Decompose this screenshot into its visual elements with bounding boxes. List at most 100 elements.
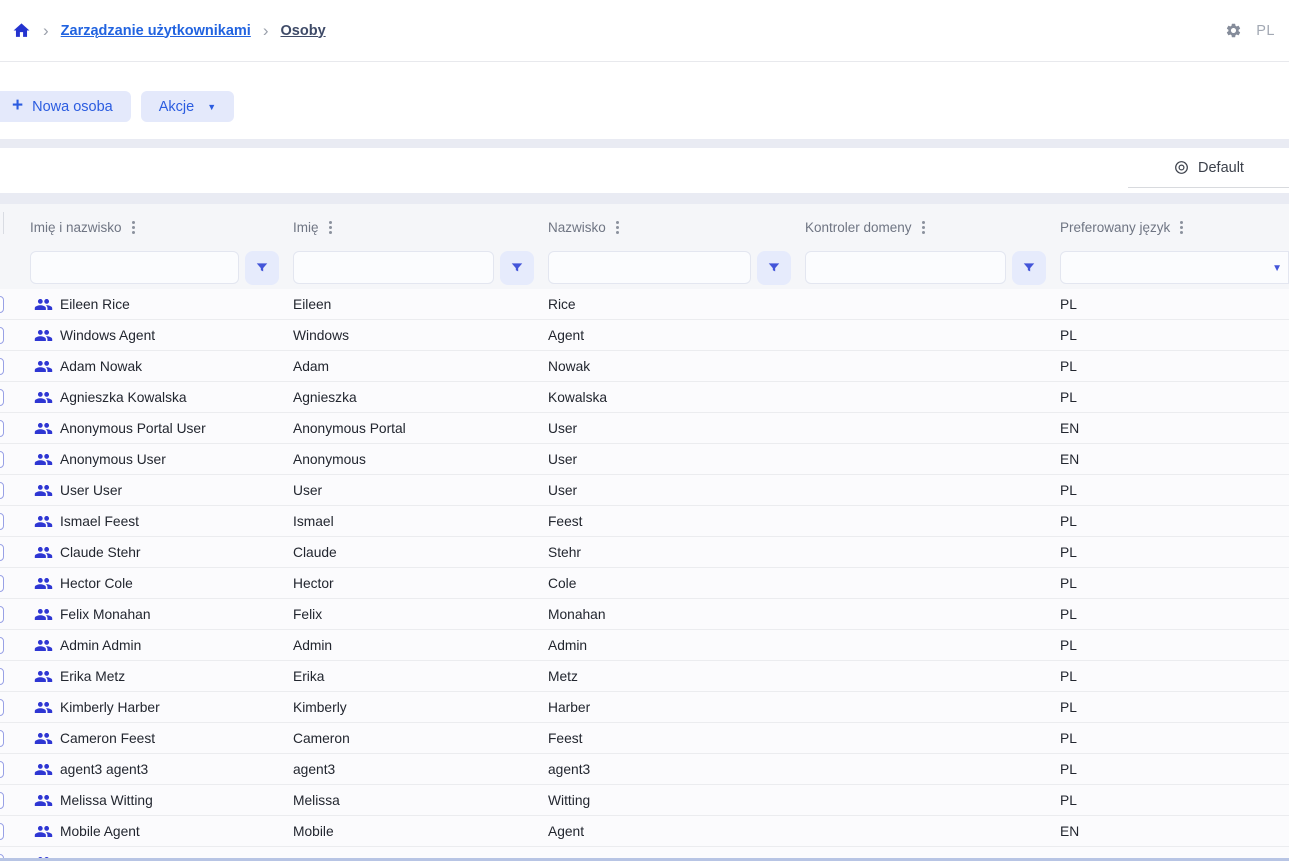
locale-switcher[interactable]: PL [1256,23,1275,39]
actions-dropdown-button[interactable]: Akcje ▼ [141,91,234,122]
column-menu-icon[interactable] [329,221,332,234]
gear-icon[interactable] [1225,22,1242,39]
cell-language: EN [1060,452,1289,467]
row-checkbox[interactable] [0,575,4,592]
row-gutter [0,754,30,784]
row-checkbox[interactable] [0,606,4,623]
filter-funnel-button[interactable] [1012,251,1046,285]
chevron-down-icon: ▼ [207,102,216,112]
row-checkbox[interactable] [0,730,4,747]
column-menu-icon[interactable] [616,221,619,234]
row-gutter [0,816,30,846]
table-row[interactable]: Adam Nowak Adam Nowak PL [0,351,1289,382]
column-header[interactable]: Imię i nazwisko [30,216,293,235]
person-icon [34,326,53,345]
row-gutter [0,723,30,753]
row-checkbox[interactable] [0,544,4,561]
row-checkbox[interactable] [0,823,4,840]
table-row[interactable] [0,847,1289,858]
row-checkbox[interactable] [0,637,4,654]
person-icon [34,822,53,841]
row-checkbox[interactable] [0,482,4,499]
row-checkbox[interactable] [0,389,4,406]
column-header[interactable]: Nazwisko [548,216,805,235]
cell-last-name: Metz [548,669,805,684]
cell-last-name: Stehr [548,545,805,560]
row-gutter [0,320,30,350]
row-checkbox[interactable] [0,668,4,685]
table-row[interactable]: Erika Metz Erika Metz PL [0,661,1289,692]
cell-first-name: Windows [293,328,548,343]
row-gutter [0,289,30,319]
row-checkbox[interactable] [0,327,4,344]
row-gutter [0,630,30,660]
filter-funnel-button[interactable] [757,251,791,285]
full-name-text: Mobile Agent [60,824,140,839]
row-checkbox[interactable] [0,761,4,778]
person-icon [34,853,53,858]
column-menu-icon[interactable] [132,221,135,234]
cell-language: PL [1060,607,1289,622]
cell-first-name: agent3 [293,762,548,777]
table-row[interactable]: Kimberly Harber Kimberly Harber PL [0,692,1289,723]
grid-header: Imię i nazwisko Imię Nazwisko Kontroler … [0,204,1289,289]
view-bar: Default [0,148,1289,193]
filter-funnel-button[interactable] [245,251,279,285]
table-row[interactable]: Mobile Agent Mobile Agent EN [0,816,1289,847]
table-row[interactable]: agent3 agent3 agent3 agent3 PL [0,754,1289,785]
table-row[interactable]: Felix Monahan Felix Monahan PL [0,599,1289,630]
table-row[interactable]: Agnieszka Kowalska Agnieszka Kowalska PL [0,382,1289,413]
row-checkbox[interactable] [0,699,4,716]
table-row[interactable]: Ismael Feest Ismael Feest PL [0,506,1289,537]
table-row[interactable]: Admin Admin Admin Admin PL [0,630,1289,661]
full-name-text: Cameron Feest [60,731,155,746]
view-tab-default[interactable]: Default [1173,159,1244,176]
table-row[interactable]: Melissa Witting Melissa Witting PL [0,785,1289,816]
language-filter-select[interactable]: ▼ [1060,251,1289,284]
row-checkbox[interactable] [0,792,4,809]
new-person-button[interactable]: + Nowa osoba [0,91,131,122]
breadcrumb-link-user-management[interactable]: Zarządzanie użytkownikami [61,23,251,39]
filter-input[interactable] [548,251,751,284]
chevron-right-icon: › [263,22,269,39]
cell-full-name: Erika Metz [30,667,293,686]
row-gutter [0,351,30,381]
cell-last-name: User [548,452,805,467]
column-header[interactable]: Preferowany język [1060,216,1289,235]
row-gutter [0,661,30,691]
row-checkbox[interactable] [0,451,4,468]
filter-gutter [0,246,30,289]
cell-language: EN [1060,421,1289,436]
home-icon[interactable] [12,21,31,40]
funnel-icon [510,261,524,275]
breadcrumb-current-people[interactable]: Osoby [281,23,326,39]
table-row[interactable]: Cameron Feest Cameron Feest PL [0,723,1289,754]
column-header[interactable]: Imię [293,216,548,235]
row-checkbox[interactable] [0,854,4,858]
table-row[interactable]: User User User User PL [0,475,1289,506]
row-gutter [0,568,30,598]
row-checkbox[interactable] [0,358,4,375]
table-row[interactable]: Anonymous User Anonymous User EN [0,444,1289,475]
row-checkbox[interactable] [0,296,4,313]
column-menu-icon[interactable] [1180,221,1183,234]
filter-input[interactable] [805,251,1006,284]
row-checkbox[interactable] [0,420,4,437]
column-header[interactable]: Kontroler domeny [805,216,1060,235]
table-row[interactable]: Hector Cole Hector Cole PL [0,568,1289,599]
table-row[interactable]: Eileen Rice Eileen Rice PL [0,289,1289,320]
filter-funnel-button[interactable] [500,251,534,285]
cell-full-name: agent3 agent3 [30,760,293,779]
table-row[interactable]: Windows Agent Windows Agent PL [0,320,1289,351]
column-menu-icon[interactable] [922,221,925,234]
filter-input[interactable] [293,251,494,284]
cell-full-name: Windows Agent [30,326,293,345]
cell-first-name: Kimberly [293,700,548,715]
cell-last-name: Harber [548,700,805,715]
full-name-text: Hector Cole [60,576,133,591]
filter-input[interactable] [30,251,239,284]
cell-language: PL [1060,545,1289,560]
row-checkbox[interactable] [0,513,4,530]
table-row[interactable]: Claude Stehr Claude Stehr PL [0,537,1289,568]
table-row[interactable]: Anonymous Portal User Anonymous Portal U… [0,413,1289,444]
